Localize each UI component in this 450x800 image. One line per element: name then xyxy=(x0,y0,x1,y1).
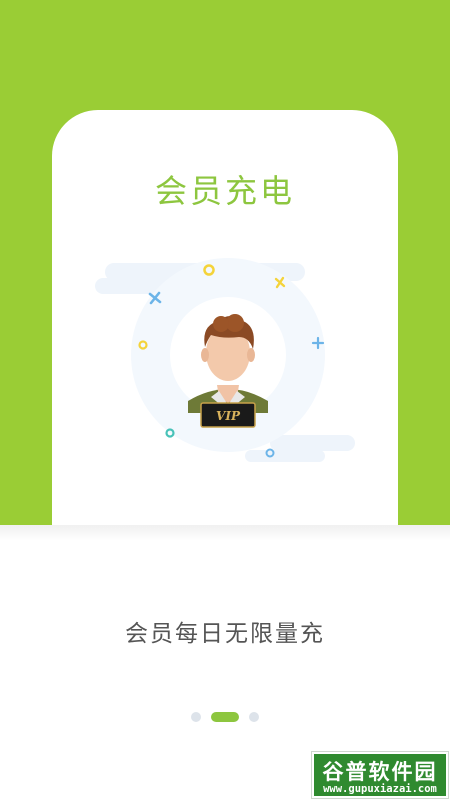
page-dot-2-active[interactable] xyxy=(211,712,239,722)
watermark-url: www.gupuxiazai.com xyxy=(323,783,437,795)
page-dot-3[interactable] xyxy=(249,712,259,722)
vip-badge: VIP xyxy=(200,402,256,428)
watermark-logo: 谷普软件园 www.gupuxiazai.com xyxy=(312,752,448,798)
page-dot-1[interactable] xyxy=(191,712,201,722)
card-shadow xyxy=(0,525,450,541)
vip-avatar-illustration: VIP xyxy=(95,258,355,462)
svg-text:VIP: VIP xyxy=(216,409,241,423)
card-title: 会员充电 xyxy=(154,172,295,210)
page-subtitle: 会员每日无限量充 xyxy=(125,621,325,647)
watermark-brand: 谷普软件园 xyxy=(322,760,438,784)
page-indicator xyxy=(0,710,450,724)
